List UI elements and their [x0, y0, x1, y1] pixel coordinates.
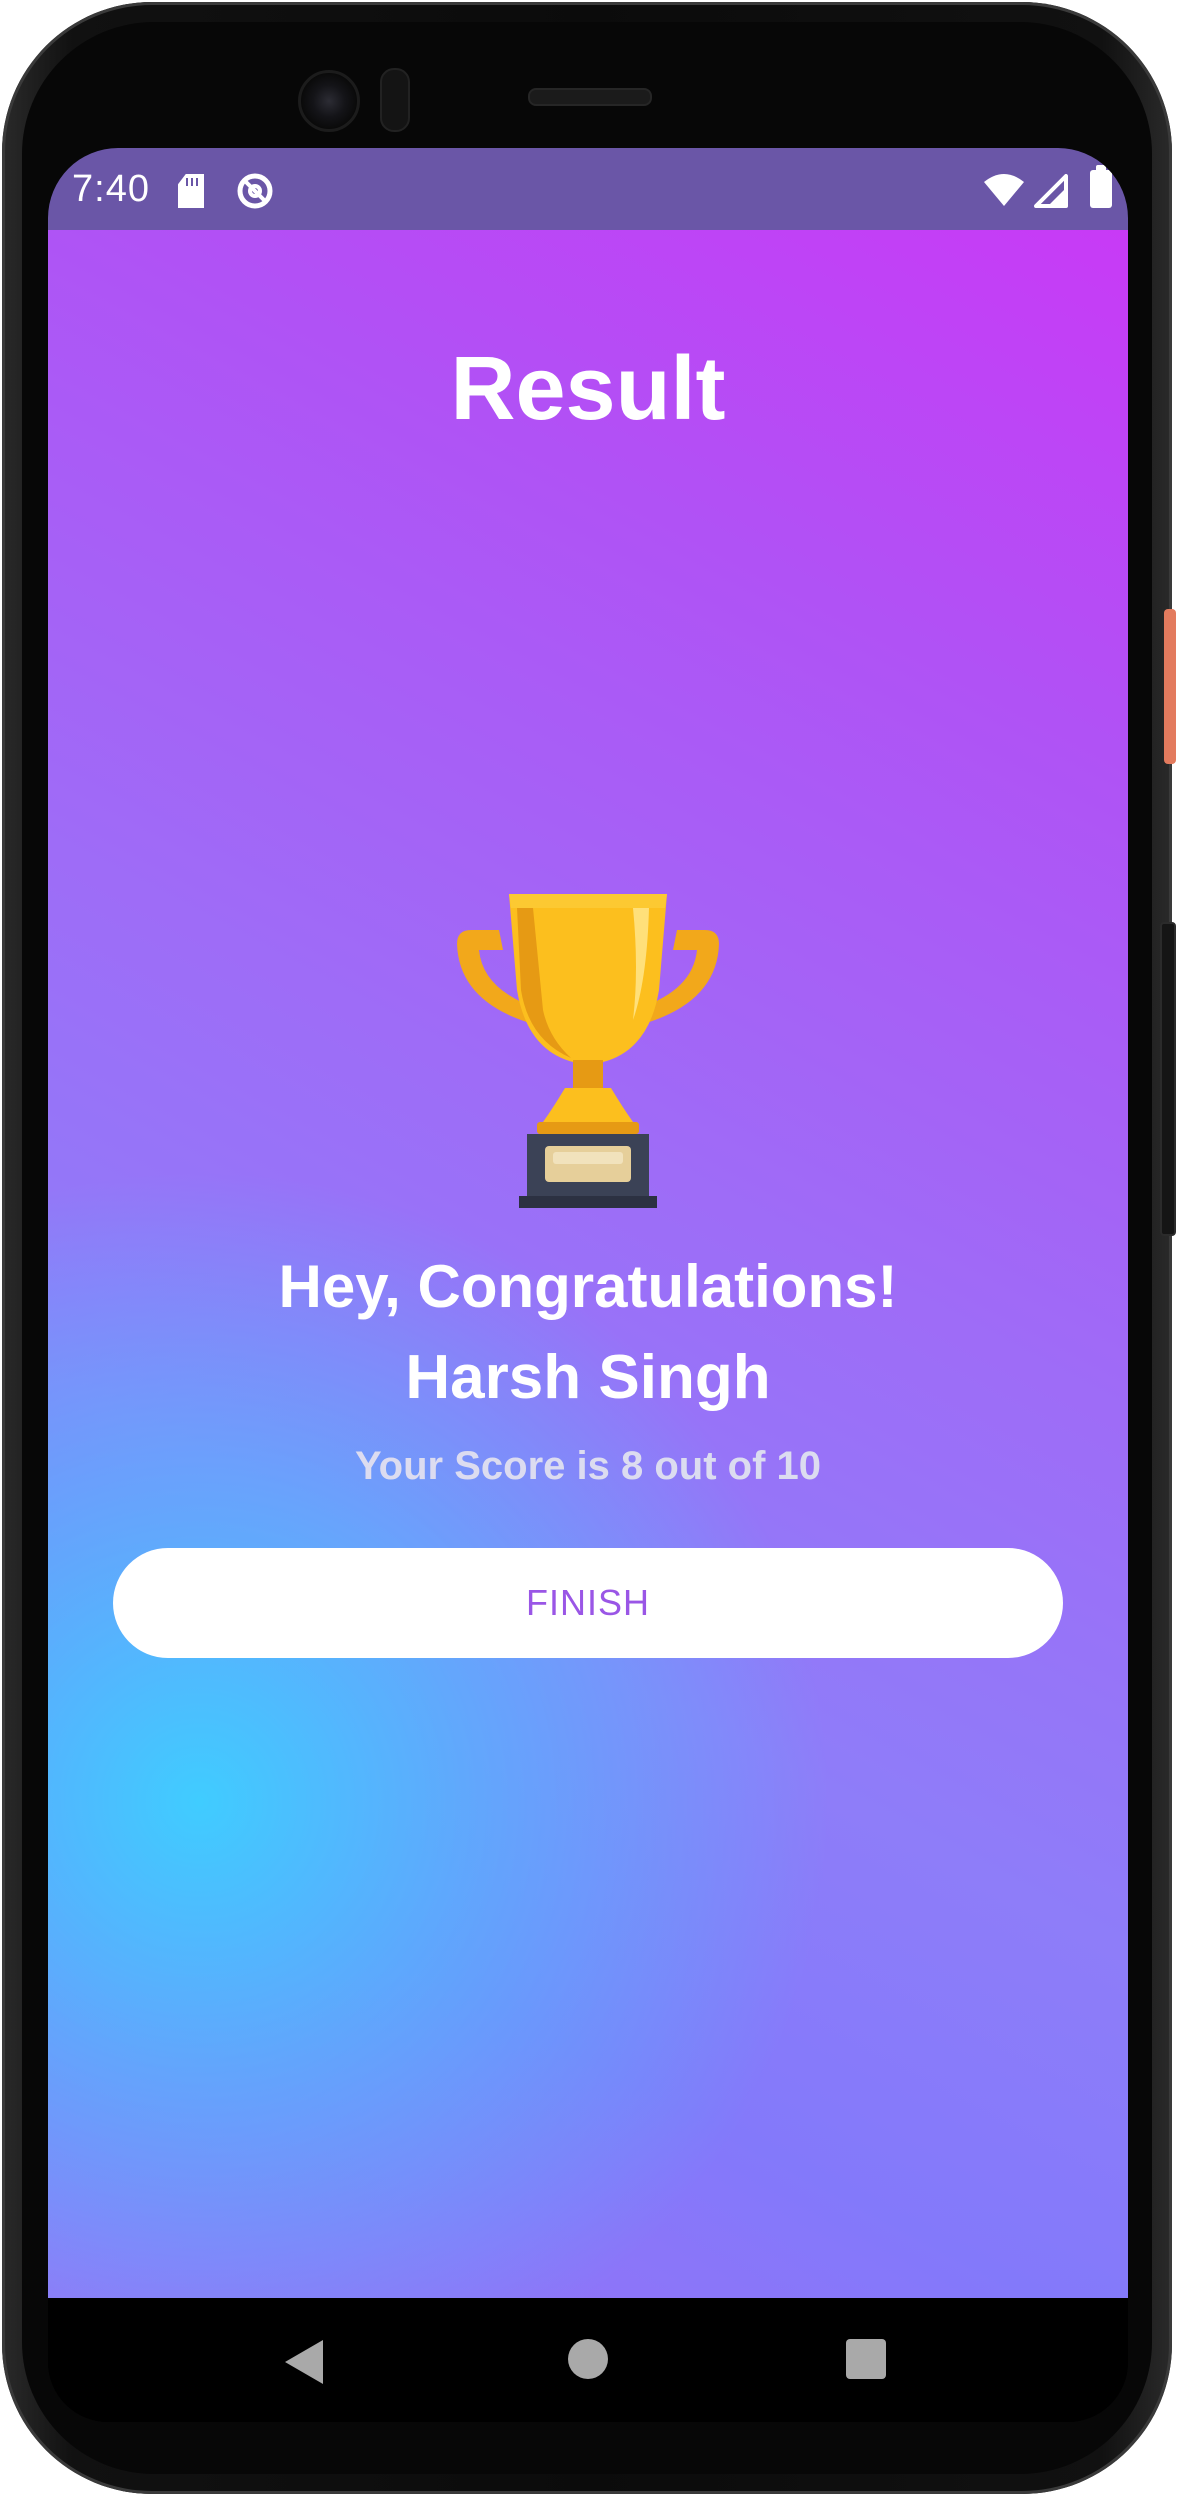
status-time: 7:40 [72, 168, 150, 210]
phone-frame: 7:40 Result Hey, Congratulations! Harsh … [2, 2, 1176, 2494]
user-name: Harsh Singh [405, 1343, 771, 1412]
back-icon[interactable] [285, 2340, 323, 2384]
recents-icon[interactable] [846, 2339, 886, 2379]
result-screen: Result Hey, Congratulations! Harsh Singh… [48, 230, 1128, 2298]
proximity-sensor [380, 68, 410, 132]
device-screen: 7:40 Result Hey, Congratulations! Harsh … [48, 148, 1128, 2422]
front-camera [298, 70, 360, 132]
navigation-bar [48, 2298, 1128, 2422]
trophy-icon [457, 894, 719, 1208]
earpiece-speaker [528, 88, 652, 106]
volume-rocker [1160, 922, 1176, 1236]
home-icon[interactable] [568, 2339, 608, 2379]
do-not-disturb-icon [237, 173, 273, 209]
page-title: Result [450, 339, 726, 439]
congrats-heading: Hey, Congratulations! [278, 1253, 898, 1320]
score-text: Your Score is 8 out of 10 [354, 1444, 822, 1488]
wifi-icon [984, 174, 1024, 206]
power-button [1164, 609, 1176, 764]
sd-card-icon [178, 174, 204, 208]
finish-button[interactable]: FINISH [113, 1548, 1063, 1658]
signal-icon [1034, 174, 1068, 208]
battery-icon [1090, 165, 1112, 208]
status-bar: 7:40 [48, 148, 1128, 230]
